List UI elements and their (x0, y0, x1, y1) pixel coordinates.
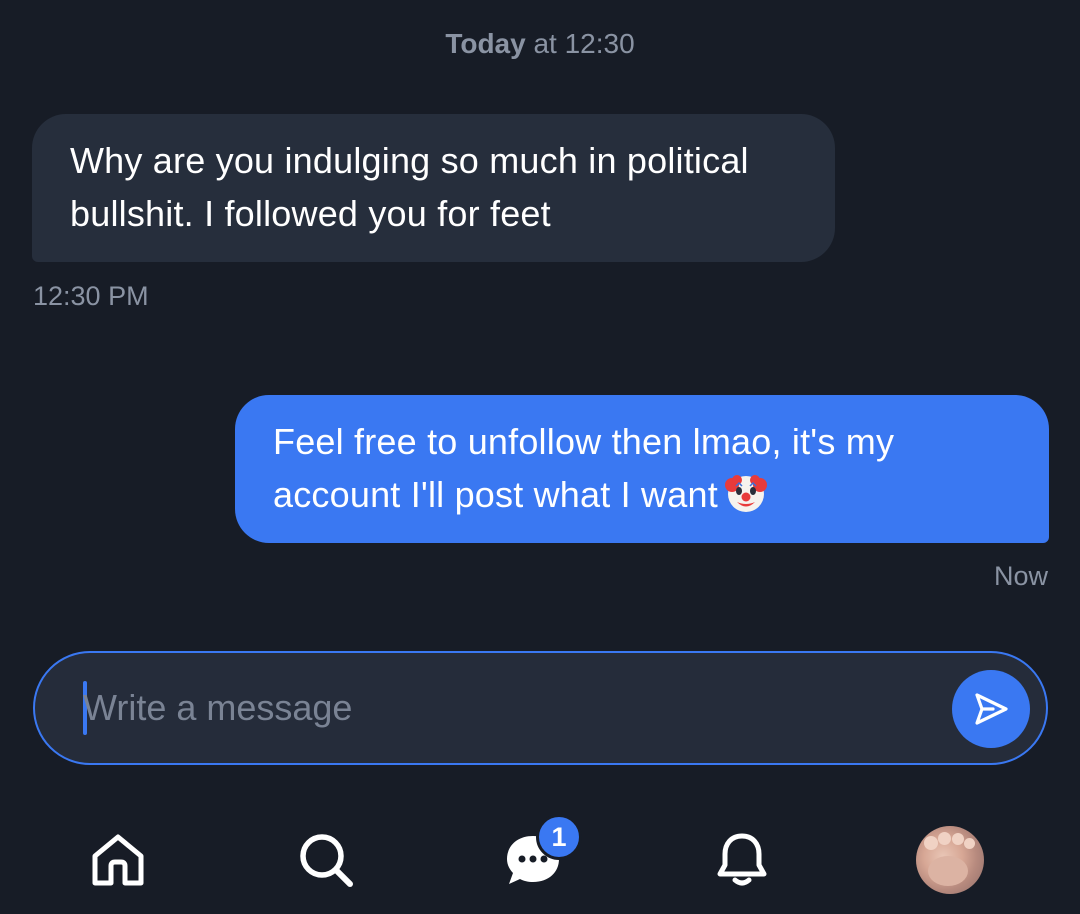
date-day: Today (445, 28, 526, 59)
message-composer[interactable] (33, 651, 1048, 765)
nav-item-profile[interactable] (910, 820, 990, 900)
bell-icon (717, 833, 767, 886)
clown-face-emoji (724, 475, 767, 512)
message-input[interactable] (83, 675, 923, 741)
message-timestamp: 12:30 PM (33, 281, 149, 311)
send-icon (975, 693, 1008, 725)
nav-item-notifications[interactable] (702, 820, 782, 900)
message-bubble-outgoing[interactable]: Feel free to unfollow then lmao, it's my… (235, 395, 1049, 543)
message-timestamp: Now (993, 561, 1048, 591)
message-text: Why are you indulging so much in politic… (70, 140, 749, 234)
nav-item-home[interactable] (78, 820, 158, 900)
nav-item-messages[interactable]: 1 (493, 814, 582, 900)
message-text: Feel free to unfollow then lmao, it's my… (273, 421, 895, 515)
avatar (916, 826, 984, 894)
date-time: at 12:30 (525, 28, 635, 59)
send-button[interactable] (952, 670, 1030, 748)
home-icon (92, 834, 144, 886)
bottom-navigation: 1 (0, 800, 1080, 914)
search-icon (300, 834, 353, 887)
message-bubble-incoming[interactable]: Why are you indulging so much in politic… (32, 114, 835, 262)
unread-badge: 1 (536, 814, 582, 860)
chat-screen: Today at 12:30 Why are you indulging so … (0, 0, 1080, 914)
nav-item-search[interactable] (286, 820, 366, 900)
date-separator: Today at 12:30 (0, 28, 1080, 60)
